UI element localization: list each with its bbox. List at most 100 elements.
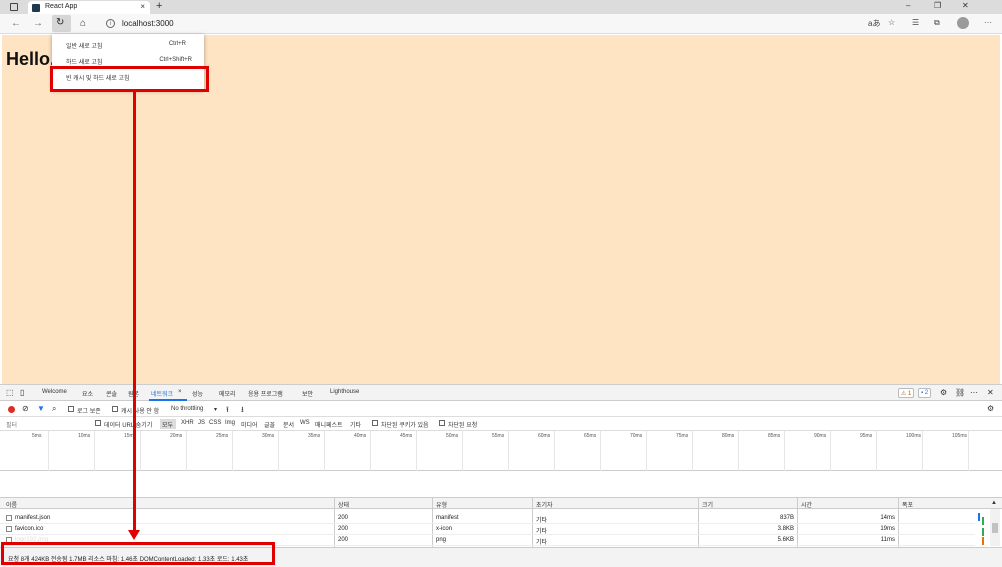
filter-type-doc[interactable]: 문서 (283, 420, 294, 429)
tab-application[interactable]: 응용 프로그램 (248, 389, 283, 398)
timeline-tick-label: 10ms (78, 433, 91, 439)
profile-icon[interactable] (957, 17, 969, 29)
filter-type-ws[interactable]: WS (300, 420, 310, 426)
messages-badge[interactable]: ▪ 2 (918, 388, 932, 398)
inspect-icon[interactable]: ⬚ (6, 388, 14, 397)
tab-actions-icon[interactable] (10, 3, 18, 11)
search-icon[interactable]: ⌕ (52, 404, 56, 414)
hide-data-urls-label: 데이터 URL 숨기기 (104, 423, 153, 429)
tab-security[interactable]: 보안 (302, 389, 313, 398)
back-icon[interactable]: ← (11, 18, 21, 29)
blocked-requests-checkbox[interactable] (439, 420, 445, 426)
column-header-status[interactable]: 상태 (338, 500, 349, 509)
browser-tab[interactable]: React App × (28, 1, 150, 14)
tab-network-close-icon[interactable]: × (178, 389, 182, 395)
filter-type-js[interactable]: JS (198, 420, 205, 426)
file-icon (6, 526, 12, 532)
cell-status: 200 (338, 526, 349, 532)
url-text: localhost:3000 (122, 19, 174, 28)
scrollbar-thumb[interactable] (992, 523, 998, 533)
collections-icon[interactable]: ⧉ (934, 18, 940, 28)
tab-console[interactable]: 콘솔 (106, 389, 117, 398)
more-icon[interactable]: ··· (984, 18, 992, 27)
disable-cache-label: 캐시 사용 안 함 (121, 409, 160, 415)
favorites-icon[interactable]: ☰ (912, 18, 919, 27)
preserve-log-checkbox[interactable] (68, 406, 74, 412)
devtools-panel: ⬚ ▯ Welcome 요소 콘솔 원본 네트워크 × 성능 메모리 응용 프로… (0, 384, 1002, 567)
column-header-name[interactable]: 이름 (6, 500, 17, 509)
read-aloud-icon[interactable]: aあ (868, 18, 880, 29)
timeline-gridline (646, 431, 647, 471)
tab-close-icon[interactable]: × (140, 2, 145, 11)
customize-icon[interactable]: ⛓ (955, 388, 965, 397)
blocked-cookies-checkbox[interactable] (372, 420, 378, 426)
chevron-down-icon[interactable]: ▾ (214, 406, 217, 413)
file-icon (6, 515, 12, 521)
filter-type-other[interactable]: 기타 (350, 420, 361, 429)
annotation-arrow-head (128, 530, 140, 540)
record-icon[interactable] (8, 406, 15, 413)
new-tab-icon[interactable]: + (156, 0, 162, 12)
tab-welcome[interactable]: Welcome (42, 389, 67, 395)
column-header-size[interactable]: 크기 (702, 500, 713, 509)
sort-up-icon[interactable]: ▲ (991, 500, 997, 506)
device-toolbar-icon[interactable]: ▯ (20, 388, 24, 397)
hide-data-urls-checkbox[interactable] (95, 420, 101, 426)
warnings-badge[interactable]: ⚠ 1 (898, 388, 915, 398)
settings-gear-icon[interactable]: ⚙ (940, 388, 947, 397)
close-window-icon[interactable]: ✕ (962, 1, 969, 10)
network-settings-gear-icon[interactable]: ⚙ (987, 404, 994, 413)
timeline-tick-label: 55ms (492, 433, 505, 439)
tab-network[interactable]: 네트워크 (151, 389, 173, 398)
menu-item-label: 일반 새로 고침 (66, 44, 103, 50)
blocked-cookies-label: 차단된 쿠키가 있음 (381, 423, 429, 429)
network-overview-timeline[interactable]: 5ms 10ms 15ms 20ms 25ms 30ms 35ms 40ms 45ms 50ms 5… (0, 431, 1002, 471)
cell-type: manifest (436, 515, 459, 521)
minimize-icon[interactable]: – (906, 1, 910, 10)
column-header-waterfall[interactable]: 폭포 (902, 500, 913, 509)
forward-icon[interactable]: → (33, 18, 43, 29)
column-header-type[interactable]: 유형 (436, 500, 447, 509)
filter-icon[interactable]: ▼ (37, 404, 45, 413)
upload-icon[interactable]: ⭱ (226, 404, 229, 418)
menu-item-normal-reload[interactable]: 일반 새로 고침 Ctrl+R (52, 36, 204, 52)
tab-performance[interactable]: 성능 (192, 389, 203, 398)
home-icon[interactable]: ⌂ (80, 18, 86, 29)
tab-elements[interactable]: 요소 (82, 389, 93, 398)
close-devtools-icon[interactable]: ✕ (987, 388, 994, 397)
filter-type-media[interactable]: 미디어 (241, 420, 258, 429)
filter-input[interactable]: 필터 (6, 420, 17, 429)
filter-type-all[interactable]: 모두 (162, 420, 173, 429)
table-row[interactable]: manifest.json 200 manifest 기타 837B 14ms (0, 513, 975, 524)
table-row[interactable]: favicon.ico 200 x-icon 기타 3.8KB 19ms (0, 524, 975, 535)
url-field[interactable]: i localhost:3000 (100, 17, 870, 31)
filter-type-css[interactable]: CSS (209, 420, 221, 426)
more-options-icon[interactable]: ⋯ (970, 388, 978, 397)
table-scrollbar[interactable] (990, 509, 1000, 546)
reload-button[interactable]: ↻ (52, 15, 71, 32)
tab-memory[interactable]: 메모리 (219, 389, 236, 398)
clear-icon[interactable]: ⊘ (22, 404, 29, 413)
column-header-time[interactable]: 시간 (801, 500, 812, 509)
timeline-gridline (324, 431, 325, 471)
menu-item-shortcut: Ctrl+R (168, 41, 186, 47)
timeline-tick-label: 5ms (32, 433, 42, 439)
waterfall-bar (978, 513, 980, 521)
filter-bar: 필터 데이터 URL 숨기기 모두 XHR JS CSS Img 미디어 글꼴 … (0, 417, 1002, 431)
info-icon[interactable]: i (106, 19, 115, 28)
throttling-select[interactable]: No throttling (171, 406, 203, 412)
cell-size: 5.6KB (777, 537, 794, 543)
cell-time: 11ms (880, 537, 895, 543)
disable-cache-checkbox[interactable] (112, 406, 118, 412)
download-icon[interactable]: ⭳ (241, 404, 244, 418)
waterfall-bar (982, 537, 984, 545)
filter-type-xhr[interactable]: XHR (181, 420, 194, 426)
favorite-icon[interactable]: ☆ (888, 18, 895, 27)
timeline-tick-label: 80ms (722, 433, 735, 439)
filter-type-font[interactable]: 글꼴 (264, 420, 275, 429)
filter-type-manifest[interactable]: 매니페스트 (315, 420, 343, 429)
filter-type-img[interactable]: Img (225, 420, 235, 426)
tab-lighthouse[interactable]: Lighthouse (330, 389, 359, 395)
column-header-initiator[interactable]: 초기자 (536, 500, 553, 509)
restore-icon[interactable]: ❐ (934, 1, 941, 10)
